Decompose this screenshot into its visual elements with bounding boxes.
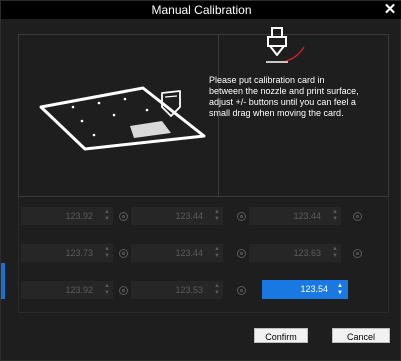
reset-icon[interactable] <box>353 249 362 258</box>
spin-arrows-icon[interactable]: ▲ ▼ <box>103 246 111 260</box>
spin-arrows-icon[interactable]: ▲ ▼ <box>336 283 344 297</box>
offset-value: 123.53 <box>175 285 203 295</box>
offset-value: 123.92 <box>65 211 93 221</box>
offset-value: 123.63 <box>293 248 321 258</box>
spin-arrows-icon[interactable]: ▲ ▼ <box>103 283 111 297</box>
offset-spinbox-r3c1[interactable]: 123.92 ▲ ▼ <box>21 281 113 299</box>
window-edge-tab <box>1 263 5 299</box>
offset-spinbox-r1c2[interactable]: 123.44 ▲ ▼ <box>131 207 223 225</box>
spin-arrows-icon[interactable]: ▲ ▼ <box>213 283 221 297</box>
offset-value: 123.44 <box>175 248 203 258</box>
spin-arrows-icon[interactable]: ▲ ▼ <box>213 209 221 223</box>
offset-spinbox-r2c3[interactable]: 123.63 ▲ ▼ <box>249 244 341 262</box>
calibration-instructions: Please put calibration card in between t… <box>209 75 359 118</box>
reset-icon[interactable] <box>237 286 246 295</box>
reset-icon[interactable] <box>237 212 246 221</box>
offset-value: 123.54 <box>300 284 328 294</box>
offset-spinbox-r1c3[interactable]: 123.44 ▲ ▼ <box>249 207 341 225</box>
reset-icon[interactable] <box>353 212 362 221</box>
offset-spinbox-r2c2[interactable]: 123.44 ▲ ▼ <box>131 244 223 262</box>
offset-value: 123.44 <box>175 211 203 221</box>
print-bed-illustration <box>19 35 219 196</box>
reset-icon[interactable] <box>119 249 128 258</box>
reset-icon[interactable] <box>119 286 128 295</box>
spin-arrows-icon[interactable]: ▲ ▼ <box>213 246 221 260</box>
offset-value: 123.92 <box>65 285 93 295</box>
title-bar: Manual Calibration ✕ <box>1 1 401 19</box>
manual-calibration-dialog: Manual Calibration ✕ Please put calibrat… <box>0 0 401 361</box>
cancel-button[interactable]: Cancel <box>332 328 390 343</box>
offset-value: 123.44 <box>293 211 321 221</box>
spin-arrows-icon[interactable]: ▲ ▼ <box>331 209 339 223</box>
offset-spinbox-r1c1[interactable]: 123.92 ▲ ▼ <box>21 207 113 225</box>
dialog-title: Manual Calibration <box>151 3 252 17</box>
reset-icon[interactable] <box>237 249 246 258</box>
offset-spinbox-r2c1[interactable]: 123.73 ▲ ▼ <box>21 244 113 262</box>
close-icon[interactable]: ✕ <box>383 1 397 19</box>
offset-value: 123.73 <box>65 248 93 258</box>
offset-spinbox-r3c3-active[interactable]: 123.54 ▲ ▼ <box>262 280 348 299</box>
nozzle-icon <box>266 27 305 63</box>
offset-spinbox-r3c2[interactable]: 123.53 ▲ ▼ <box>131 281 223 299</box>
print-bed-diagram <box>39 86 206 151</box>
spin-arrows-icon[interactable]: ▲ ▼ <box>331 246 339 260</box>
spin-arrows-icon[interactable]: ▲ ▼ <box>103 209 111 223</box>
confirm-button[interactable]: Confirm <box>254 328 308 343</box>
reset-icon[interactable] <box>119 212 128 221</box>
